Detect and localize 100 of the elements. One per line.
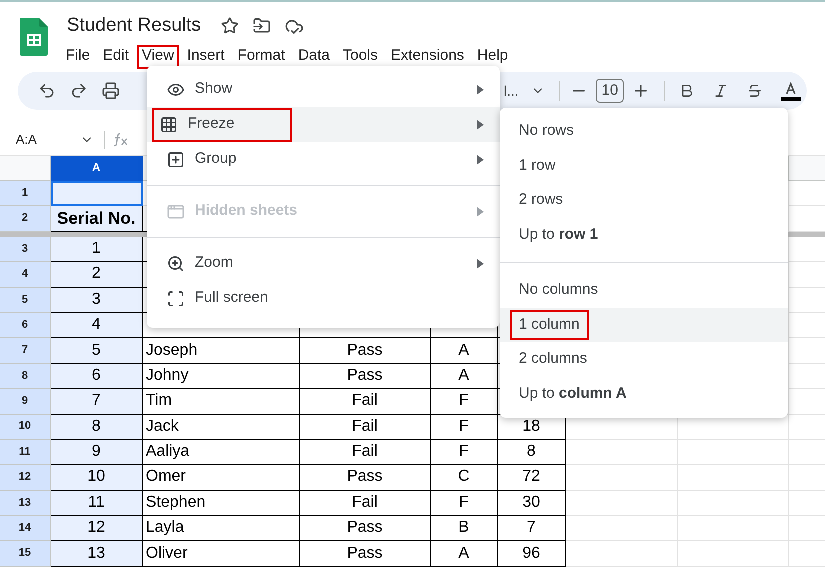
table-cell: 10 [51, 465, 143, 491]
row-header[interactable]: 1 [0, 181, 51, 206]
menu-bar-item[interactable]: Extensions [386, 44, 470, 68]
table-cell: 7 [51, 389, 143, 415]
table-cell: 3 [51, 288, 143, 313]
menu-bar-item[interactable]: File [61, 44, 96, 68]
grid-icon [160, 116, 178, 134]
menu-item[interactable]: Full screen [147, 281, 500, 316]
menu-bar-item[interactable]: Data [293, 44, 335, 68]
text-color-icon[interactable] [781, 81, 802, 101]
table-cell: 8 [51, 414, 143, 440]
table-cell: Pass [300, 338, 431, 364]
table-cell: Pass [300, 541, 431, 567]
strikethrough-icon[interactable] [747, 83, 764, 99]
table-cell: 11 [51, 490, 143, 516]
row-header[interactable]: 10 [0, 414, 51, 440]
row-header[interactable]: 2 [0, 206, 51, 232]
table-cell: Johny [143, 364, 300, 390]
sheet-icon [167, 202, 185, 220]
row-header[interactable]: 5 [0, 288, 51, 313]
menu-item[interactable]: Freeze [147, 107, 500, 142]
table-cell: A [431, 338, 498, 364]
table-cell: 6 [51, 364, 143, 390]
menu-item[interactable]: Up to row 1 [500, 218, 788, 252]
table-cell: Fail [300, 440, 431, 466]
table-cell: Tim [143, 389, 300, 415]
row-header[interactable]: 12 [0, 465, 51, 491]
menu-bar-item[interactable]: View [137, 44, 180, 68]
menu-item[interactable]: 2 columns [500, 342, 788, 376]
table-cell: 8 [498, 440, 566, 466]
menu-item[interactable]: No rows [500, 114, 788, 148]
table-cell: 2 [51, 262, 143, 288]
menu-item[interactable]: Show [147, 72, 500, 107]
table-cell: 96 [498, 541, 566, 567]
undo-icon[interactable] [38, 82, 56, 100]
document-title[interactable]: Student Results [67, 12, 202, 40]
menu-item[interactable]: Up to column A [500, 376, 788, 411]
menu-bar-item[interactable]: Format [232, 44, 290, 68]
table-cell: 4 [51, 312, 143, 338]
row-header[interactable]: 14 [0, 516, 51, 542]
row-header[interactable]: 15 [0, 541, 51, 567]
plus-box-icon [167, 150, 185, 168]
menu-item[interactable]: 1 row [500, 148, 788, 183]
zoom-icon [167, 254, 185, 272]
row-header[interactable]: 9 [0, 389, 51, 415]
table-cell: F [431, 414, 498, 440]
menu-bar-item[interactable]: Insert [182, 44, 230, 68]
redo-icon[interactable] [70, 82, 88, 100]
table-cell: Serial No. [51, 206, 143, 232]
table-cell: A [431, 541, 498, 567]
table-cell: 9 [51, 440, 143, 466]
table-cell: Pass [300, 364, 431, 390]
table-cell: Jack [143, 414, 300, 440]
menu-item[interactable]: Zoom [147, 246, 500, 281]
table-cell: 12 [51, 516, 143, 542]
folder-icon[interactable] [253, 17, 272, 36]
row-header[interactable]: 3 [0, 236, 51, 262]
table-cell: 5 [51, 338, 143, 364]
table-cell: 30 [498, 490, 566, 516]
menu-item[interactable]: 2 rows [500, 183, 788, 218]
row-header[interactable]: 11 [0, 440, 51, 466]
font-size-field[interactable]: 10 [596, 79, 624, 103]
table-cell: Pass [300, 516, 431, 542]
table-cell: Pass [300, 465, 431, 491]
row-header[interactable]: 6 [0, 312, 51, 338]
table-cell: 13 [51, 541, 143, 567]
table-cell: C [431, 465, 498, 491]
table-cell: Fail [300, 490, 431, 516]
table-cell: Oliver [143, 541, 300, 567]
table-cell: 72 [498, 465, 566, 491]
table-cell: F [431, 389, 498, 415]
table-cell: Stephen [143, 490, 300, 516]
fullscreen-icon [167, 290, 185, 308]
table-cell: Aaliya [143, 440, 300, 466]
table-cell: 7 [498, 516, 566, 542]
row-header[interactable]: 8 [0, 364, 51, 390]
menu-bar-item[interactable]: Help [472, 44, 514, 68]
table-cell: B [431, 516, 498, 542]
table-cell: Fail [300, 389, 431, 415]
table-cell: Fail [300, 414, 431, 440]
column-header[interactable]: A [51, 156, 143, 181]
row-header[interactable]: 13 [0, 490, 51, 516]
sheets-logo-icon[interactable] [20, 18, 48, 56]
table-cell: 1 [51, 236, 143, 262]
menu-item[interactable]: Group [147, 142, 500, 177]
font-dropdown[interactable]: l... [504, 80, 519, 102]
menu-bar-item[interactable]: Tools [338, 44, 384, 68]
table-cell: A [431, 364, 498, 390]
table-cell: Layla [143, 516, 300, 542]
menu-item[interactable]: No columns [500, 273, 788, 308]
row-header[interactable]: 4 [0, 262, 51, 288]
italic-icon[interactable] [713, 83, 730, 99]
table-cell: F [431, 440, 498, 466]
table-cell: Omer [143, 465, 300, 491]
menu-bar-item[interactable]: Edit [98, 44, 134, 68]
star-icon[interactable] [221, 17, 240, 36]
name-box[interactable]: A:A [0, 130, 80, 150]
menu-item[interactable]: 1 column [500, 308, 788, 342]
print-icon[interactable] [102, 82, 120, 100]
row-header[interactable]: 7 [0, 338, 51, 364]
